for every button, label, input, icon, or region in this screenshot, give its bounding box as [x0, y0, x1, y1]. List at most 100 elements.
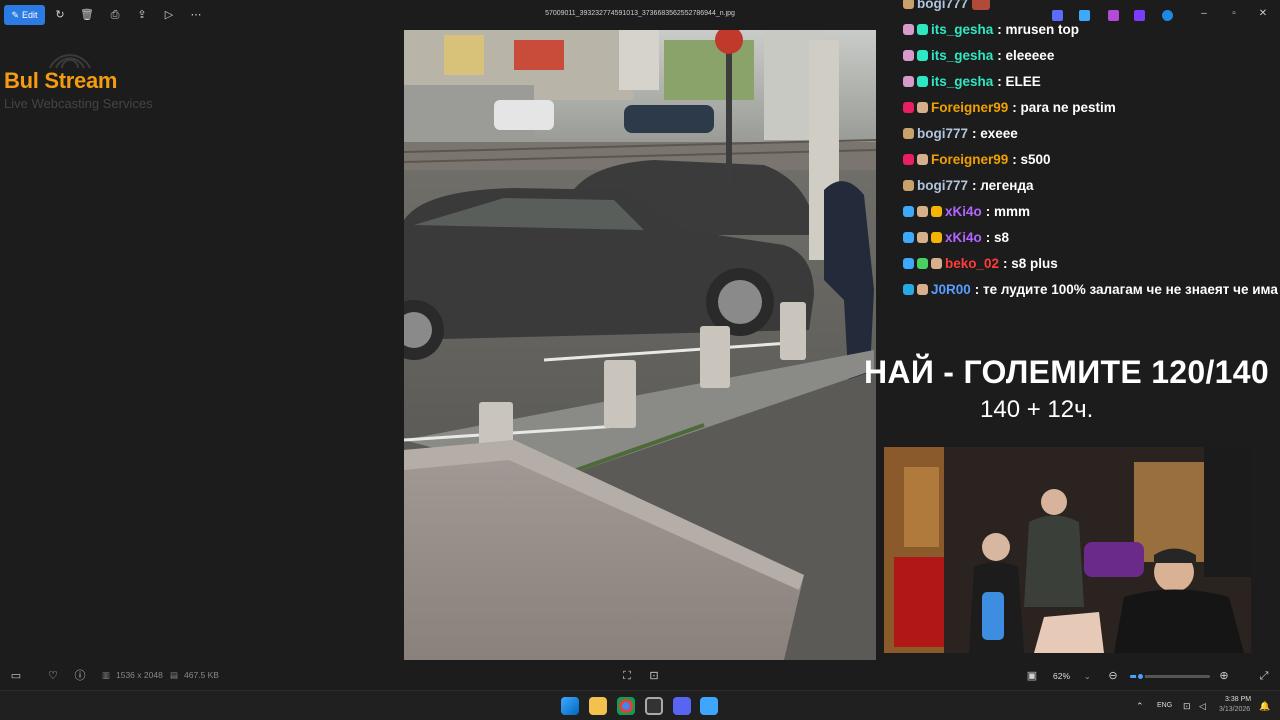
- chat-badge-icon: [903, 179, 914, 191]
- chat-badge-icon: [903, 0, 914, 9]
- discord-icon[interactable]: [673, 697, 691, 715]
- chrome-icon[interactable]: [617, 697, 635, 715]
- chat-username[interactable]: beko_02: [945, 256, 999, 271]
- edit-label: Edit: [22, 10, 38, 20]
- chat-badge-icon: [903, 153, 914, 165]
- more-icon[interactable]: ⋯: [189, 8, 203, 22]
- photos-app-icon[interactable]: [700, 697, 718, 715]
- start-icon[interactable]: [561, 697, 579, 715]
- zoom-slider-knob[interactable]: [1135, 672, 1145, 681]
- zoom-value: 62%: [1053, 671, 1071, 681]
- file-size: 467.5 KB: [184, 670, 219, 680]
- image-icon: ▥: [102, 670, 111, 680]
- chat-badge-icon: [903, 257, 914, 269]
- zoom-slider[interactable]: [1130, 672, 1210, 681]
- chat-message: xKi4o: mmm: [903, 198, 1030, 224]
- clock-date[interactable]: 3/13/2026: [1219, 706, 1250, 713]
- zoom-in-icon[interactable]: ⊕: [1217, 669, 1231, 683]
- chat-message: its_gesha : ELEE: [903, 68, 1041, 94]
- chat-username[interactable]: xKi4o: [945, 230, 982, 245]
- chat-badge-icon: [917, 23, 928, 35]
- chat-message-text: : eleeeee: [997, 47, 1055, 63]
- bottom-bar: ▭ ♡ ⓘ ▥ 1536 x 2048 ▤ 467.5 KB ⛶ ⊡ ▣ 62%…: [0, 662, 1280, 690]
- chat-message: bogi777: [903, 0, 993, 16]
- clock-time[interactable]: 3:38 PM: [1225, 696, 1251, 703]
- chat-message: bogi777 : легенда: [903, 172, 1034, 198]
- chat-badge-icon: [917, 75, 928, 87]
- logo-main-text: Bul Stream: [4, 68, 118, 93]
- chat-message-text: : ELEE: [997, 73, 1041, 89]
- chat-message: bogi777: exeee: [903, 120, 1018, 146]
- logo-sub-text: Live Webcasting Services: [4, 96, 153, 111]
- filmstrip-icon[interactable]: ▭: [9, 669, 23, 683]
- chat-message: beko_02 : s8 plus: [903, 250, 1058, 276]
- stream-chat: bogi777 its_gesha: mrusen top its_gesha: e…: [900, 0, 1280, 305]
- chat-badge-icon: [917, 283, 928, 295]
- volume-icon[interactable]: ◁: [1199, 701, 1206, 712]
- fit-icon[interactable]: ⛶: [620, 669, 634, 683]
- chat-badge-icon: [917, 49, 928, 61]
- obs-icon[interactable]: [645, 697, 663, 715]
- bulstream-logo: Bul Stream Live Webcasting Services: [2, 38, 182, 114]
- webcam-feed: [884, 447, 1251, 653]
- chat-username[interactable]: xKi4o: [945, 204, 982, 219]
- chat-badge-icon: [931, 257, 942, 269]
- chat-badge-icon: [903, 205, 914, 217]
- chat-badge-icon: [917, 205, 928, 217]
- chat-badge-icon: [903, 101, 914, 113]
- chat-badge-icon: [917, 101, 928, 113]
- chat-username[interactable]: Foreigner99: [931, 100, 1008, 115]
- street-photo[interactable]: [404, 30, 876, 660]
- chat-username[interactable]: its_gesha: [931, 22, 993, 37]
- chat-badge-icon: [903, 283, 914, 295]
- chat-badge-icon: [903, 49, 914, 61]
- chat-message-text: : легенда: [972, 177, 1034, 193]
- chat-emote-icon: [972, 0, 991, 10]
- chat-message: xKi4o: s8: [903, 224, 1009, 250]
- print-icon[interactable]: ⎙: [108, 8, 122, 22]
- chat-message: its_gesha: mrusen top: [903, 16, 1079, 42]
- chat-username[interactable]: bogi777: [917, 126, 968, 141]
- chat-username[interactable]: J0R00: [931, 282, 971, 297]
- edit-icon: ✎: [11, 9, 20, 20]
- zoom-out-icon[interactable]: ⊖: [1106, 669, 1120, 683]
- chat-badge-icon: [917, 257, 928, 269]
- favorite-icon[interactable]: ♡: [46, 669, 60, 683]
- chat-username[interactable]: its_gesha: [931, 74, 993, 89]
- chat-badge-icon: [931, 205, 942, 217]
- chat-username[interactable]: Foreigner99: [931, 152, 1008, 167]
- top-toolbar: ✎ Edit ↻ 🗑 ⎙ ⇪ ▷ ⋯ 57009011_393232774591…: [0, 0, 880, 30]
- delete-icon[interactable]: 🗑: [80, 8, 94, 22]
- windows-taskbar: ⌃ ENG ⊡ ◁ 3:38 PM 3/13/2026 🔔: [0, 690, 1280, 720]
- actual-size-icon[interactable]: ⊡: [647, 669, 661, 683]
- tray-chevron-icon[interactable]: ⌃: [1136, 701, 1144, 712]
- chat-message: its_gesha : eleeeee: [903, 42, 1054, 68]
- share-icon[interactable]: ⇪: [135, 8, 149, 22]
- language-indicator[interactable]: ENG: [1157, 702, 1172, 709]
- chat-message: Foreigner99: s500: [903, 146, 1051, 172]
- rotate-icon[interactable]: ↻: [53, 8, 67, 22]
- network-icon[interactable]: ⊡: [1183, 701, 1191, 712]
- edit-button[interactable]: ✎ Edit: [4, 5, 45, 25]
- notification-icon[interactable]: 🔔: [1259, 701, 1270, 712]
- chat-username[interactable]: bogi777: [917, 178, 968, 193]
- chat-message: J0R00: те лудите 100% залагам че не знае…: [903, 276, 1278, 302]
- file-explorer-icon[interactable]: [589, 697, 607, 715]
- expand-icon[interactable]: ⤢: [1257, 669, 1271, 683]
- chevron-down-icon: ⌄: [1084, 671, 1091, 681]
- slideshow-icon[interactable]: ▷: [162, 8, 176, 22]
- chat-message-text: : s8: [985, 229, 1010, 245]
- chat-badge-icon: [903, 127, 914, 139]
- chat-badge-icon: [917, 231, 928, 243]
- chat-username[interactable]: its_gesha: [931, 48, 993, 63]
- zoom-select[interactable]: 62% ⌄: [1044, 667, 1098, 685]
- info-icon[interactable]: ⓘ: [73, 669, 87, 683]
- street-photo-image: [404, 30, 876, 660]
- chat-badge-icon: [917, 153, 928, 165]
- chat-message: Foreigner99 : para ne pestim: [903, 94, 1116, 120]
- chat-message-text: : para ne pestim: [1012, 99, 1116, 115]
- chat-message-text: : s8 plus: [1003, 255, 1058, 271]
- chat-message-text: : mmm: [985, 203, 1031, 219]
- slideshow-view-icon[interactable]: ▣: [1025, 669, 1039, 683]
- chat-username[interactable]: bogi777: [917, 0, 968, 11]
